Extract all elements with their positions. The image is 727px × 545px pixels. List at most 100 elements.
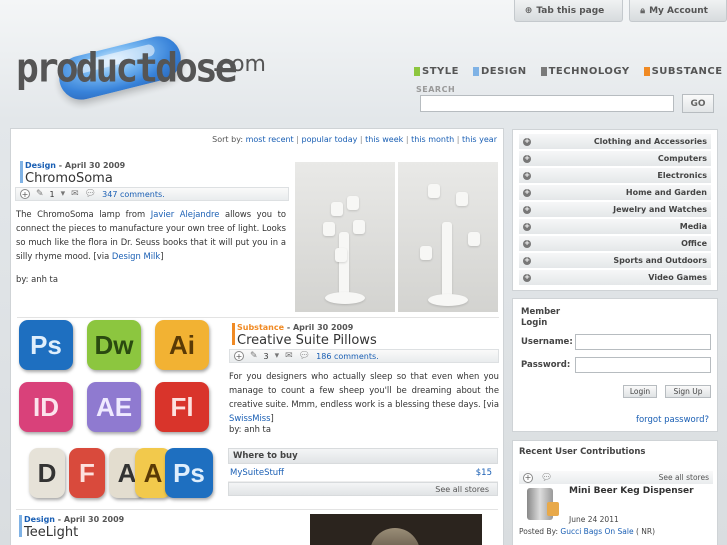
post-body: The ChromoSoma lamp from Javier Alejandr… — [16, 207, 286, 263]
comment-icon[interactable]: 💬︎ — [299, 351, 310, 361]
sort-this-week[interactable]: this week — [365, 135, 403, 144]
post-byline: by: anh ta — [16, 274, 58, 284]
see-all-stores-link[interactable]: See all stores — [659, 473, 709, 482]
comment-icon[interactable]: 💬︎ — [85, 189, 96, 199]
sidebar-item-media[interactable]: + Media — [519, 219, 711, 234]
tag-icon[interactable]: ✎ — [36, 189, 44, 199]
post-title[interactable]: ChromoSoma — [25, 171, 125, 186]
sidebar-item-label: Clothing and Accessories — [593, 137, 707, 146]
plus-icon: + — [523, 222, 531, 231]
sort-popular-today[interactable]: popular today — [302, 135, 358, 144]
posted-by-prefix: Posted By: — [519, 527, 561, 536]
site-logo[interactable]: productdose .com — [16, 31, 276, 105]
email-icon[interactable]: ✉ — [71, 189, 79, 199]
my-account-button[interactable]: 🔒︎ My Account — [629, 0, 727, 22]
lamp-shade — [323, 222, 335, 236]
nav-style[interactable]: STYLE — [414, 66, 459, 77]
sidebar-item-clothing[interactable]: + Clothing and Accessories — [519, 134, 711, 149]
post-category-link[interactable]: Design — [25, 161, 56, 170]
nav-technology[interactable]: TECHNOLOGY — [540, 66, 630, 77]
sort-separator: | — [456, 135, 460, 144]
lamp-shade — [347, 196, 359, 210]
sign-up-button[interactable]: Sign Up — [665, 385, 711, 398]
post-text: ] — [160, 251, 164, 261]
sort-this-year[interactable]: this year — [462, 135, 497, 144]
sidebar-item-video-games[interactable]: + Video Games — [519, 270, 711, 285]
lamp-shade — [468, 232, 480, 246]
sort-prefix: Sort by: — [212, 135, 244, 144]
search-input[interactable] — [420, 95, 674, 112]
plus-circle-icon: ⊕ — [524, 5, 533, 16]
lamp-photo-right[interactable] — [398, 162, 498, 312]
plus-icon: + — [523, 239, 531, 248]
nav-design-label: DESIGN — [480, 66, 527, 77]
see-all-stores-link[interactable]: See all stores — [228, 482, 498, 496]
sidebar-item-sports[interactable]: + Sports and Outdoors — [519, 253, 711, 268]
sidebar-item-computers[interactable]: + Computers — [519, 151, 711, 166]
beer-keg-photo[interactable] — [523, 486, 559, 526]
technology-swatch — [540, 67, 547, 76]
comment-icon[interactable]: 💬︎ — [541, 473, 552, 483]
plus-icon: + — [523, 137, 531, 146]
login-button[interactable]: Login — [623, 385, 657, 398]
chevron-down-icon[interactable]: ▾ — [61, 189, 66, 199]
contributor-link[interactable]: Gucci Bags On Sale — [560, 527, 633, 536]
chevron-down-icon[interactable]: ▾ — [275, 351, 280, 361]
add-icon[interactable]: + — [523, 472, 533, 483]
nav-substance[interactable]: SUBSTANCE — [643, 66, 723, 77]
post-toolbar: + ✎ 3 ▾ ✉ 💬︎ 186 comments. — [229, 349, 499, 363]
email-icon[interactable]: ✉ — [285, 351, 293, 361]
source-link[interactable]: SwissMiss — [229, 413, 271, 423]
pillow: Dw — [87, 320, 141, 370]
add-icon[interactable]: + — [20, 189, 30, 199]
post-category-link[interactable]: Substance — [237, 323, 284, 332]
username-label: Username: — [521, 337, 573, 347]
sort-this-month[interactable]: this month — [411, 135, 454, 144]
post-meta: Substance - April 30 2009 — [237, 323, 377, 332]
sidebar-item-label: Home and Garden — [625, 188, 707, 197]
store-link[interactable]: MySuiteStuff — [230, 468, 284, 478]
sidebar-item-home-garden[interactable]: + Home and Garden — [519, 185, 711, 200]
contribution-title[interactable]: Mini Beer Keg Dispenser — [569, 486, 694, 496]
vote-count: 1 — [49, 189, 55, 199]
login-title: Member Login — [521, 307, 560, 329]
tag-icon[interactable]: ✎ — [250, 351, 258, 361]
post-header: Design - April 30 2009 ChromoSoma — [20, 161, 125, 186]
store-price[interactable]: $15 — [476, 468, 492, 478]
password-field[interactable] — [575, 357, 711, 373]
post-text: ] — [270, 413, 274, 423]
designer-link[interactable]: Javier Alejandre — [151, 209, 220, 219]
lamp-photo-left[interactable] — [295, 162, 395, 312]
post-title[interactable]: TeeLight — [24, 525, 124, 540]
style-swatch — [414, 67, 420, 76]
pillow: ID — [19, 382, 73, 432]
sort-most-recent[interactable]: most recent — [246, 135, 294, 144]
category-nav: STYLE DESIGN TECHNOLOGY SUBSTANCE — [414, 66, 723, 77]
post-divider — [16, 509, 498, 510]
sidebar-item-electronics[interactable]: + Electronics — [519, 168, 711, 183]
post-category-link[interactable]: Design — [24, 515, 55, 524]
forgot-password-link[interactable]: forgot password? — [636, 415, 709, 425]
comments-link[interactable]: 347 comments. — [102, 190, 165, 199]
my-account-label: My Account — [649, 5, 708, 16]
pillow: Fl — [155, 382, 209, 432]
add-icon[interactable]: + — [234, 351, 244, 361]
sidebar-item-office[interactable]: + Office — [519, 236, 711, 251]
tab-this-page-button[interactable]: ⊕ Tab this page — [513, 0, 624, 22]
username-field[interactable] — [575, 334, 711, 350]
post-title[interactable]: Creative Suite Pillows — [237, 333, 377, 348]
lamp-shade — [420, 246, 432, 260]
plus-icon: + — [523, 171, 531, 180]
pillows-photo[interactable]: Ps Dw Ai ID AE Fl D F A A Ps — [15, 320, 215, 510]
sidebar-item-label: Media — [679, 222, 707, 231]
sort-bar: Sort by: most recent | popular today | t… — [212, 135, 497, 144]
teelight-photo[interactable] — [310, 514, 482, 545]
nav-design[interactable]: DESIGN — [472, 66, 527, 77]
search-go-button[interactable]: GO — [682, 94, 714, 113]
logo-word: productdose — [16, 44, 238, 92]
comments-link[interactable]: 186 comments. — [316, 352, 379, 361]
lamp-stem — [442, 222, 452, 302]
source-link[interactable]: Design Milk — [112, 251, 160, 261]
sidebar-item-jewelry[interactable]: + Jewelry and Watches — [519, 202, 711, 217]
plus-icon: + — [523, 154, 531, 163]
